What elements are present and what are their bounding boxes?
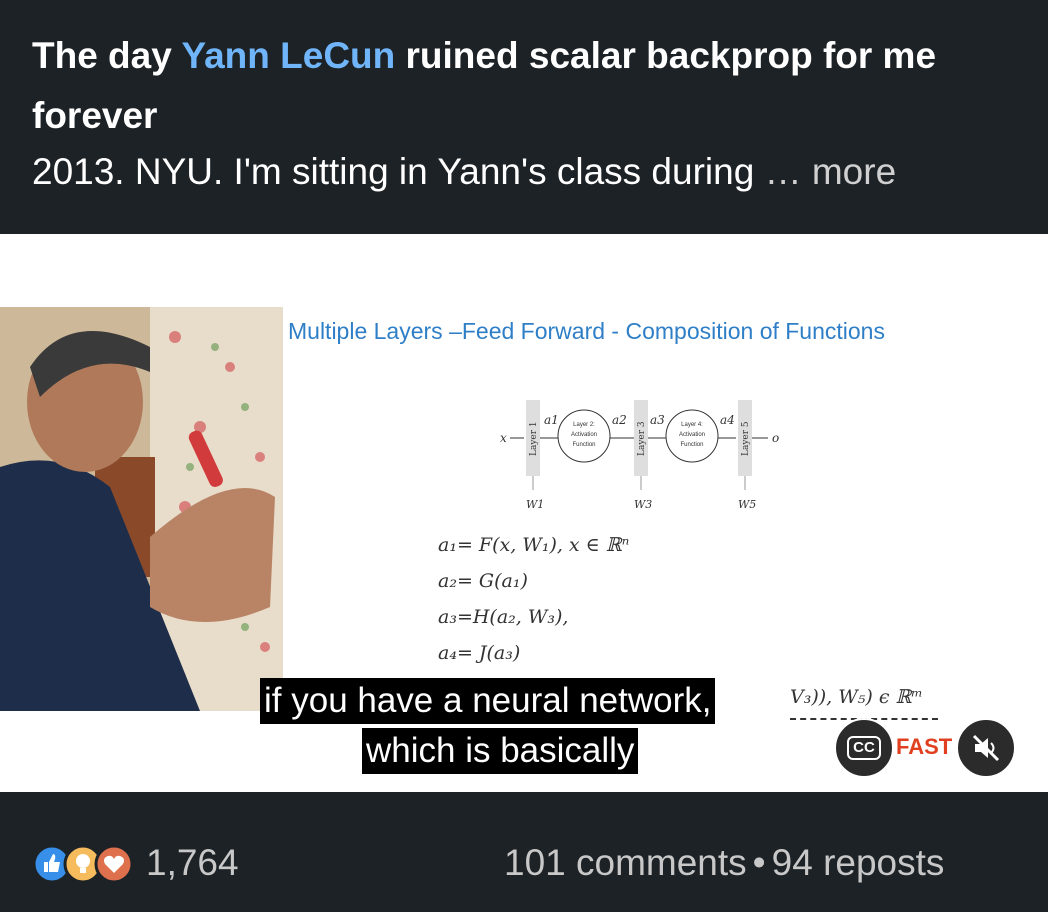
post-excerpt: 2013. NYU. I'm sitting in Yann's class d… [32,146,896,198]
weight-w1: W1 [526,498,544,511]
signal-a4: a4 [720,413,735,427]
slide-title: Multiple Layers –Feed Forward - Composit… [288,318,885,344]
signal-a2: a2 [612,413,627,427]
output-label: o [772,431,779,445]
activation-4-line1: Layer 4: [681,422,703,428]
mention-link[interactable]: Yann LeCun [181,35,395,76]
equation-2: a₂= G(a₁) [438,570,528,592]
activation-2-line1: Layer 2: [573,422,595,428]
caption-line-1: if you have a neural network, [260,678,716,724]
reposts-count[interactable]: 94 reposts [772,842,945,883]
activation-4-line3: Function [680,442,703,448]
equation-4: a₄= J(a₃) [438,642,521,664]
comments-count[interactable]: 101 comments [504,842,747,883]
signal-a3: a3 [650,413,665,427]
comments-reposts: 101 comments • 94 reposts [504,842,944,884]
reaction-count[interactable]: 1,764 [146,842,239,884]
video-player[interactable]: Multiple Layers –Feed Forward - Composit… [0,234,1048,792]
equations: a₁= F(x, W₁), x ∈ ℝⁿ a₂= G(a₁) a₃=H(a₂, … [438,534,629,678]
speaker-muted-icon [972,734,1000,762]
caption-line-2: which is basically [362,728,639,774]
signal-a1: a1 [544,413,559,427]
input-label: x [500,431,507,445]
presenter-webcam [0,307,283,711]
equation-tail: V₃)), W₅) ϵ ℝᵐ [790,686,923,708]
layer-3-label: Layer 3 [637,421,647,456]
post-header: The day Yann LeCun ruined scalar backpro… [0,0,1048,218]
post-title: The day Yann LeCun ruined scalar backpro… [32,26,1022,146]
separator-dot: • [752,842,766,883]
brand-text: FAST [896,734,953,759]
excerpt-text: 2013. NYU. I'm sitting in Yann's class d… [32,151,755,192]
network-diagram: x Layer 1 a1 Layer 2: Activation Functio… [500,400,779,511]
closed-captions-icon: CC [847,736,881,760]
love-icon [94,844,134,884]
activation-2-line2: Activation [571,432,597,438]
weight-w5: W5 [738,498,756,511]
weight-w3: W3 [634,498,652,511]
social-counts: 1,764 101 comments • 94 reposts [0,808,1048,912]
see-more-button[interactable]: … more [765,151,897,192]
equation-1: a₁= F(x, W₁), x ∈ ℝⁿ [438,534,630,556]
mute-button[interactable] [956,718,1016,778]
activation-4-line2: Activation [679,432,705,438]
layer-1-label: Layer 1 [529,421,539,456]
layer-5-label: Layer 5 [741,421,751,456]
activation-2-line3: Function [572,442,595,448]
reaction-icons[interactable] [32,844,134,884]
title-prefix: The day [32,35,182,76]
closed-captions-button[interactable]: CC [834,718,894,778]
equation-3: a₃=H(a₂, W₃), [438,606,569,628]
